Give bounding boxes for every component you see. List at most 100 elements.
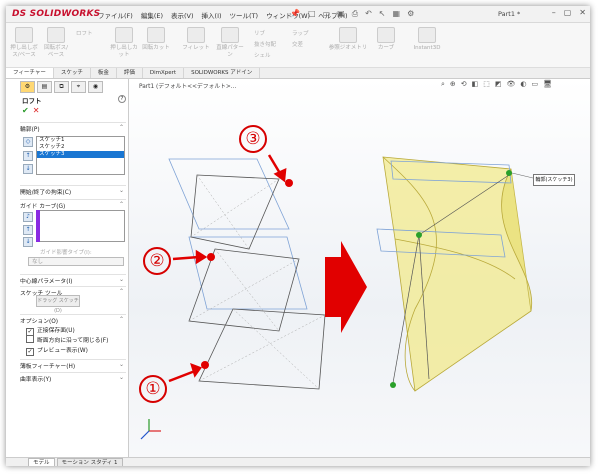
move-up-button[interactable]: ↑ [23,151,33,161]
menu-insert[interactable]: 挿入(I) [202,10,222,20]
feature-title: ロフト [22,97,42,105]
instant3d-icon [418,27,436,43]
tab-addins[interactable]: SOLIDWORKS アドイン [184,68,261,78]
guide-color-bar [36,210,40,242]
section-centerline[interactable]: 中心線パラメータ(I) ⌄ [20,274,126,285]
title-bar: DS SOLIDWORKS ファイル(F) 編集(E) 表示(V) 挿入(I) … [6,6,590,23]
list-item-selected[interactable]: スケッチ3 [37,151,124,158]
checkbox[interactable] [26,335,34,343]
dimxpert-tab[interactable]: ⌖ [71,81,86,93]
tab-sketch[interactable]: スケッチ [54,68,91,78]
maximize-icon[interactable]: ▢ [564,8,572,17]
fillet-button[interactable]: フィレット [182,27,210,52]
intersect-button[interactable]: 交差 [292,40,303,48]
config-tab[interactable]: ⧉ [54,81,69,93]
extrude-cut-button[interactable]: 押し出しカット [110,27,138,59]
profile-callout: 輪郭(スケッチ3) [533,174,575,186]
rib-button[interactable]: リブ [254,29,265,37]
guide-influence-select[interactable]: なし [28,257,124,266]
extrude-icon [15,27,33,43]
solidworks-logo: DS SOLIDWORKS [12,9,101,19]
open-icon[interactable]: ▭ [323,9,331,19]
status-bar: モデル モーション スタディ 1 [6,457,590,466]
menu-window[interactable]: ウィンドウ(W) [266,10,310,20]
save-icon[interactable]: ▣ [337,9,345,19]
guide-curve-list[interactable] [36,210,125,242]
feature-tree-tab[interactable]: ⚙ [20,81,35,93]
section-options[interactable]: オプション(O) ⌃ [20,314,126,325]
profile-list[interactable]: スケッチ1 スケッチ2 スケッチ3 [36,136,125,175]
shell-button[interactable]: シェル [254,51,271,59]
point-1[interactable] [201,361,209,369]
point-2[interactable] [207,253,215,261]
point-3[interactable] [285,179,293,187]
close-icon[interactable]: ✕ [579,8,586,17]
guide-up-button[interactable]: ↑ [23,225,33,235]
marker-3: ③ [239,125,267,153]
minimize-icon[interactable]: – [552,8,556,17]
curves-icon [377,27,395,43]
checkbox[interactable]: ✓ [26,348,34,356]
view-triad [140,419,161,440]
section-profile[interactable]: 輪郭(P) ⌃ [20,122,126,133]
cancel-x-icon[interactable]: ✕ [33,106,40,115]
print-icon[interactable]: ⎙ [352,9,358,19]
ok-cancel: ✔ ✕ [22,106,39,115]
tab-dimxpert[interactable]: DimXpert [143,68,185,78]
rebuild-icon[interactable]: ▦ [393,9,401,19]
menu-tools[interactable]: ツール(T) [230,10,259,20]
option-close-loft[interactable]: 断面方向に沿って閉じる(F) [26,335,108,344]
property-tab[interactable]: ▤ [37,81,52,93]
extrude-boss-button[interactable]: 押し出しボス/ベース [10,27,38,59]
section-start-end[interactable]: 開始/終了の拘束(C) ⌄ [20,185,126,196]
reference-geometry-button[interactable]: 参照ジオメトリ [328,27,368,52]
tab-model[interactable]: モデル [28,458,55,466]
instant3d-button[interactable]: Instant3D [410,27,444,52]
list-item[interactable]: スケッチ2 [37,144,124,151]
big-red-arrow [325,241,367,333]
window-controls: – ▢ ✕ [552,8,586,17]
guide-down-button[interactable]: ↓ [23,237,33,247]
tab-motion-study[interactable]: モーション スタディ 1 [56,458,123,466]
new-icon[interactable]: □ [308,9,316,19]
options-gear-icon[interactable]: ⚙ [407,9,414,19]
graphics-area[interactable]: Part1 (デフォルト<<デフォルト>... ⌕ ⊕ ⟲ ◧ ⬚ ◩ 👁 ◐ … [129,79,590,457]
quick-access-toolbar: □ ▭ ▣ ⎙ ↶ ↖ ▦ ⚙ [308,9,414,19]
draft-button[interactable]: 抜き勾配 [254,40,276,48]
extrude-cut-icon [115,27,133,43]
help-icon[interactable]: ? [118,95,126,103]
diagonals [188,174,326,390]
section-thin-feature[interactable]: 薄板フィーチャー(H) ⌄ [20,359,126,370]
sketch-profile-3 [190,174,280,250]
move-down-button[interactable]: ↓ [23,164,33,174]
wrap-button[interactable]: ラップ [292,29,309,37]
linear-pattern-button[interactable]: 直線パターン [216,27,244,59]
select-icon[interactable]: ↖ [379,9,386,19]
option-preview[interactable]: ✓ プレビュー表示(W) [26,345,88,356]
tab-sheet-metal[interactable]: 板金 [91,68,117,78]
undo-icon[interactable]: ↶ [365,9,372,19]
pin-icon[interactable]: 📌 [290,9,300,18]
section-guide-curves[interactable]: ガイド カーブ(G) ⌃ [20,199,126,210]
pattern-icon [221,27,239,43]
menu-view[interactable]: 表示(V) [171,10,194,20]
loft-button[interactable]: ロフト [76,29,93,37]
menu-file[interactable]: ファイル(F) [98,10,133,20]
curves-button[interactable]: カーブ [372,27,400,52]
loft-sketches-drawing [140,154,534,440]
display-tab[interactable]: ◉ [88,81,103,93]
guide-icon: ♪ [23,212,33,222]
solidworks-window: DS SOLIDWORKS ファイル(F) 編集(E) 表示(V) 挿入(I) … [6,6,590,466]
list-item[interactable]: スケッチ1 [37,137,124,144]
marker-2: ② [143,247,171,275]
section-curvature[interactable]: 曲率表示(Y) ⌄ [20,372,126,383]
drag-sketch-button[interactable]: ドラッグ スケッチ(D) [36,295,80,314]
tab-features[interactable]: フィーチャー [6,68,54,78]
revolve-icon [47,27,65,43]
ok-check-icon[interactable]: ✔ [22,106,29,115]
revolve-cut-button[interactable]: 回転カット [142,27,170,52]
menu-edit[interactable]: 編集(E) [141,10,163,20]
sketch-profile-2 [188,248,300,332]
revolve-boss-button[interactable]: 回転ボス/ベース [42,27,70,59]
tab-evaluate[interactable]: 評価 [117,68,143,78]
